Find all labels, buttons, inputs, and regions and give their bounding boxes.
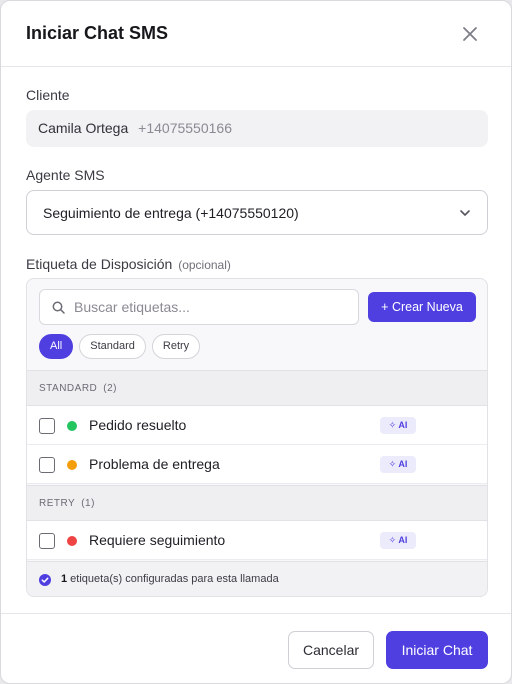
- tag-name: Pedido resuelto: [89, 417, 187, 433]
- client-field: Camila Ortega +14075550166: [26, 110, 488, 147]
- client-name: Camila Ortega: [38, 120, 129, 136]
- disposition-label: Etiqueta de Disposición (opcional): [26, 256, 231, 272]
- create-tag-button[interactable]: + Crear Nueva: [368, 292, 476, 322]
- filter-chip-all[interactable]: All: [39, 334, 74, 359]
- filter-chips: All Standard Retry: [39, 334, 201, 359]
- dialog-footer: Cancelar Iniciar Chat: [1, 613, 511, 683]
- tag-name: Requiere seguimiento: [89, 532, 226, 548]
- tag-checkbox[interactable]: [39, 457, 55, 473]
- client-label: Cliente: [26, 87, 70, 103]
- check-circle-icon: [39, 574, 51, 586]
- section-header-retry: RETRY (1): [27, 485, 487, 521]
- search-icon: [52, 301, 65, 314]
- ai-badge-label: AI: [398, 459, 408, 469]
- ai-badge-label: AI: [398, 535, 408, 545]
- dialog-title: Iniciar Chat SMS: [26, 23, 169, 43]
- section-count: (1): [81, 498, 95, 509]
- ai-badge: ✧ AI: [380, 456, 416, 473]
- dialog-header: Iniciar Chat SMS: [1, 1, 511, 67]
- disposition-label-text: Etiqueta de Disposición: [26, 256, 173, 272]
- optional-hint: (opcional): [178, 258, 231, 272]
- tag-name: Problema de entrega: [89, 456, 220, 472]
- start-sms-chat-dialog: Iniciar Chat SMS Cliente Camila Ortega +…: [0, 0, 512, 684]
- sparkle-icon: ✧: [388, 535, 399, 545]
- tag-summary-text: etiqueta(s) configuradas para esta llama…: [67, 573, 279, 585]
- chevron-down-icon: [460, 210, 470, 216]
- client-phone: +14075550166: [138, 120, 232, 136]
- tag-summary: 1 etiqueta(s) configuradas para esta lla…: [27, 561, 487, 596]
- tag-row[interactable]: Pedido resuelto ✧ AI: [27, 406, 487, 445]
- section-title: STANDARD: [39, 383, 98, 394]
- start-chat-button[interactable]: Iniciar Chat: [386, 631, 488, 669]
- tag-search: [39, 289, 359, 325]
- tag-checkbox[interactable]: [39, 533, 55, 549]
- sparkle-icon: ✧: [388, 459, 399, 469]
- tag-search-input[interactable]: [74, 297, 344, 317]
- tag-row[interactable]: Problema de entrega ✧ AI: [27, 445, 487, 484]
- tag-row[interactable]: Requiere seguimiento ✧ AI: [27, 521, 487, 560]
- ai-badge: ✧ AI: [380, 417, 416, 434]
- tag-checkbox[interactable]: [39, 418, 55, 434]
- filter-chip-standard[interactable]: Standard: [79, 334, 146, 359]
- tag-color-dot: [67, 421, 77, 431]
- disposition-panel: + Crear Nueva All Standard Retry STANDAR…: [26, 278, 488, 597]
- agent-label: Agente SMS: [26, 167, 105, 183]
- section-header-standard: STANDARD (2): [27, 370, 487, 406]
- tag-color-dot: [67, 460, 77, 470]
- close-icon[interactable]: [461, 25, 479, 43]
- ai-badge-label: AI: [398, 420, 408, 430]
- tag-color-dot: [67, 536, 77, 546]
- agent-selected-value: Seguimiento de entrega (+14075550120): [43, 205, 299, 221]
- cancel-button[interactable]: Cancelar: [288, 631, 374, 669]
- ai-badge: ✧ AI: [380, 532, 416, 549]
- section-count: (2): [103, 383, 117, 394]
- sparkle-icon: ✧: [388, 420, 399, 430]
- filter-chip-retry[interactable]: Retry: [151, 334, 201, 359]
- agent-select[interactable]: Seguimiento de entrega (+14075550120): [26, 190, 488, 235]
- section-title: RETRY: [39, 498, 76, 509]
